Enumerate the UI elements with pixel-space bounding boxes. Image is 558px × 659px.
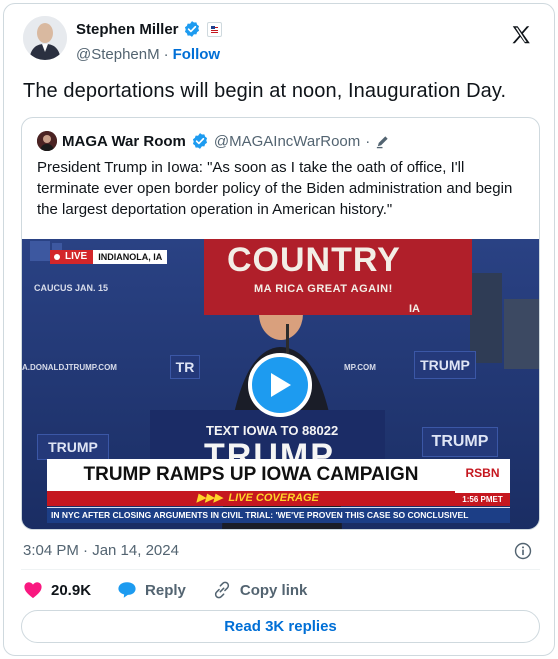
play-button[interactable] [248,353,312,417]
website-right: MP.COM [344,363,376,372]
caucus-date: CAUCUS JAN. 15 [34,283,109,293]
pen-icon [377,135,388,148]
heart-icon [24,582,42,599]
info-icon[interactable] [514,542,532,560]
divider [21,569,540,570]
network-time: 1:56 PMET [455,493,510,506]
trump-sign: TRUMP [414,351,476,379]
author-line: Stephen Miller [76,20,222,38]
handle-line: @StephenM · Follow [76,46,220,63]
like-count: 20.9K [51,581,92,599]
avatar[interactable] [23,16,67,60]
separator-dot: · [365,132,371,150]
network-logo: RSBN 1:56 PMET [455,459,510,506]
read-replies-button[interactable]: Read 3K replies [21,610,540,643]
follow-button[interactable]: Follow [173,46,221,63]
reply-bubble-icon [118,582,136,598]
x-logo-icon[interactable] [510,24,532,46]
reply-label: Reply [145,581,186,599]
live-coverage-label: LIVE COVERAGE [228,492,319,504]
quoted-name[interactable]: MAGA War Room [62,133,186,150]
quoted-tweet[interactable]: MAGA War Room @MAGAIncWarRoom · Presiden… [21,117,540,530]
banner-main-text: COUNTRY [227,241,401,279]
news-ticker: IN NYC AFTER CLOSING ARGUMENTS IN CIVIL … [47,507,510,523]
author-handle[interactable]: @StephenM [76,46,160,63]
lower-third-sub: ▶▶▶ LIVE COVERAGE [47,491,455,506]
reply-button[interactable]: Reply [117,581,186,599]
trump-sign: TRUMP [422,427,498,457]
link-icon [214,581,229,599]
affiliation-flag-icon[interactable] [206,21,222,37]
quoted-header: MAGA War Room @MAGAIncWarRoom · [37,131,390,151]
arrow-icon: ▶▶▶ [197,492,223,504]
tweet-timestamp[interactable]: 3:04 PM · Jan 14, 2024 [23,542,179,559]
copy-link-label: Copy link [239,581,308,599]
banner-ia-text: IA [409,303,420,315]
tweet-card: Stephen Miller @StephenM · Follow The de… [3,3,555,656]
play-icon [271,373,291,397]
copy-link-button[interactable]: Copy link [212,580,308,600]
separator-dot: · [163,46,169,63]
live-indicator: LIVE INDIANOLA, IA [50,250,168,264]
website-left: A.DONALDJTRUMP.COM [22,363,117,372]
like-button[interactable]: 20.9K [23,581,91,599]
author-name[interactable]: Stephen Miller [76,21,179,38]
verified-badge-icon [184,21,199,37]
tweet-text: The deportations will begin at noon, Ina… [23,80,507,102]
video-thumbnail[interactable]: COUNTRY MA RICA GREAT AGAIN! IA LIVE IND… [22,239,539,529]
trump-sign: TRUMP [37,434,109,460]
live-label: LIVE [50,250,94,264]
verified-badge-icon [192,133,207,149]
banner-sub-text: MA RICA GREAT AGAIN! [254,283,393,295]
quoted-handle[interactable]: @MAGAIncWarRoom [214,133,360,150]
location-label: INDIANOLA, IA [93,250,168,264]
trump-sign: TR [170,355,200,379]
network-name: RSBN [465,466,500,480]
lower-third-title: TRUMP RAMPS UP IOWA CAMPAIGN [47,459,455,491]
quoted-text: President Trump in Iowa: "As soon as I t… [37,159,513,218]
action-bar: 20.9K Reply Copy link [23,579,333,601]
quoted-avatar[interactable] [37,131,57,151]
podium-text-line: TEXT IOWA TO 88022 [206,423,339,438]
